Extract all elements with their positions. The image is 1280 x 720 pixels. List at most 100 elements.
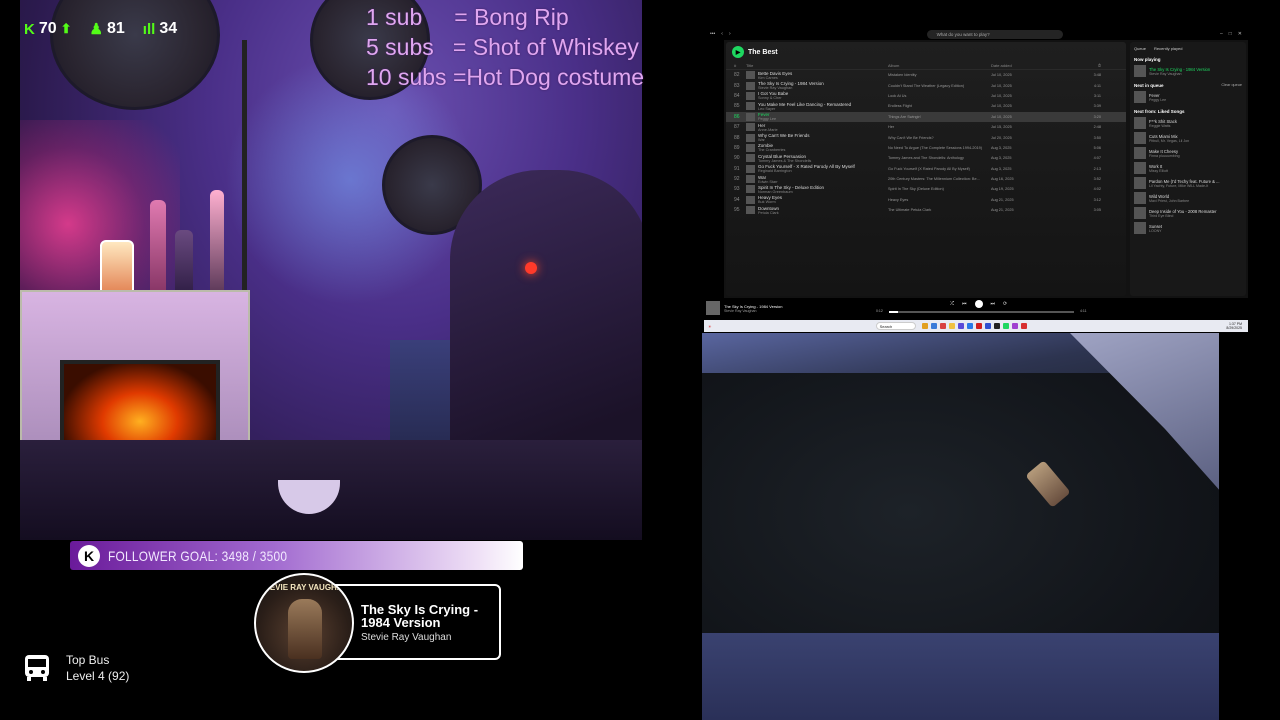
track-artist-name[interactable]: Norman Greenbaum [758,190,888,194]
track-row[interactable]: 94 Heavy Eyes Buk Worm Heavy Eyes Aug 21, 20… [726,195,1126,205]
track-row[interactable]: 88 Why Can't We Be Friends War Why Can't We… [726,132,1126,142]
app-icon[interactable] [1011,323,1018,329]
liked-item[interactable]: Deep Inside of You - 2008 Remaster Third … [1134,207,1242,219]
track-album[interactable]: Tommy James and The Shondells: Anthology [888,156,991,160]
player-artist[interactable]: Stevie Ray Vaughan [724,309,794,313]
clear-queue-button[interactable]: Clear queue [1221,83,1242,88]
liked-item[interactable]: Make It Cheesy Finna pluuuumbing [1134,147,1242,159]
track-artist-name[interactable]: War [758,138,888,142]
repeat-icon[interactable]: ⟳ [1003,301,1007,307]
liked-item[interactable]: Wild World Maxi Priest, John Barbee [1134,192,1242,204]
spotify-icon[interactable] [1002,323,1009,329]
bus-icon [25,655,49,681]
app-icon[interactable] [984,323,991,329]
track-album[interactable]: Things Are Swingin' [888,115,991,119]
track-row[interactable]: 89 Zombie The Cranberries No Need To Argue … [726,143,1126,153]
track-title-cell: Zombie The Cranberries [758,143,888,152]
playlist-play-button[interactable]: ▶ [732,46,744,58]
track-row[interactable]: 90 Crystal Blue Persuasion Tommy James & T… [726,153,1126,163]
track-duration: 2:13 [1093,166,1101,171]
next-icon[interactable]: ⏭ [991,301,996,307]
track-row[interactable]: 83 The Sky Is Crying - 1984 Version Stevie… [726,80,1126,90]
track-row[interactable]: 95 Downtown Petula Clark The Ultimate Petul… [726,205,1126,215]
track-album[interactable]: 20th Century Masters: The Millennium Col… [888,177,991,181]
app-icon[interactable] [975,323,982,329]
track-row[interactable]: 86 Fever Peggy Lee Things Are Swingin' Jul 1… [726,111,1126,122]
track-artist-name[interactable]: Petula Clark [758,211,888,215]
tab-queue[interactable]: Queue [1134,46,1146,51]
discord-icon[interactable] [957,323,964,329]
liked-item[interactable]: Pardon Me (I'd Techy feat. Future & ... L… [1134,177,1242,189]
maximize-icon[interactable]: □ [1229,31,1232,37]
track-artist-name[interactable]: Buk Worm [758,200,888,204]
liked-item[interactable]: Sunset LOONY [1134,222,1242,234]
back-icon[interactable]: ‹ [721,31,723,37]
track-album[interactable]: Her [888,125,991,129]
spotify-window: ••• ‹ › What do you want to play? – □ ✕ … [704,28,1248,318]
track-artist-name[interactable]: Reginald Barrington [758,169,888,173]
track-artist-name[interactable]: Stevie Ray Vaughan [758,86,888,90]
track-album[interactable]: Couldn't Stand The Weather (Legacy Editi… [888,84,991,88]
track-album[interactable]: Mistaken Identity [888,73,991,77]
liked-artist: Third Eye Blind [1149,213,1174,218]
track-album[interactable]: Go Fuck Yourself (X Rated Parody All By … [888,167,991,171]
shuffle-icon[interactable]: ⤮ [950,301,954,307]
track-row[interactable]: 87 Her Anne-Marie Her Jul 15, 2025 2:48 [726,122,1126,132]
chrome-icon[interactable] [939,323,946,329]
track-album[interactable]: No Need To Argue (The Complete Sessions … [888,146,991,150]
track-album[interactable]: The Ultimate Petula Clark [888,208,991,212]
track-row[interactable]: 82 Bette Davis Eyes Kim Carnes Mistaken Ide… [726,70,1126,80]
close-icon[interactable]: ✕ [1238,31,1242,37]
taskbar-search[interactable]: Search [875,322,916,330]
spotify-search-input[interactable]: What do you want to play? [926,29,1063,39]
app-icon[interactable] [966,323,973,329]
liked-item[interactable]: Cuts Miami Mix Pitbull, Mr. Vegas, Lil Jo… [1134,132,1242,144]
track-artist-name[interactable]: Peggy Lee [758,117,888,121]
album-art-text: STEVIE RAY VAUGHAN [259,583,349,592]
track-row[interactable]: 93 Spirit In The Sky - Deluxe Edition Norm… [726,184,1126,194]
obs-icon[interactable] [993,323,1000,329]
weather-icon[interactable]: ☀ [708,324,712,329]
track-thumb [746,71,755,80]
folder-icon[interactable] [948,323,955,329]
track-row[interactable]: 92 War Edwin Starr 20th Century Masters: Th… [726,174,1126,184]
fireplace [60,360,220,450]
top-bus-level: Level 4 (92) [66,669,130,683]
viewer-stat: ♟ 81 [90,20,125,38]
track-artist-name[interactable]: Edwin Starr [758,180,888,184]
taskbar-clock[interactable]: 1:37 PM 8/29/2025 [1226,322,1242,330]
app-icon[interactable] [1020,323,1027,329]
total-time: 4:11 [1080,309,1087,313]
track-album[interactable]: Endless Flight [888,104,991,108]
pause-button[interactable] [974,300,983,308]
track-date: Jul 20, 2025 [991,135,1012,140]
liked-item[interactable]: F**k Shit Stack Reggie Watts [1134,117,1242,129]
track-artist-name[interactable]: Sonny & Cher [758,96,888,100]
edge-icon[interactable] [930,323,937,329]
track-number: 94 [734,196,740,203]
track-duration: 3:48 [1093,73,1101,78]
track-album[interactable]: Why Can't We Be Friends? [888,136,991,140]
track-row[interactable]: 91 Go Fuck Yourself - X Rated Parody All … [726,164,1126,174]
track-album[interactable]: Look At Us [888,94,991,98]
track-artist-name[interactable]: The Cranberries [758,148,888,152]
track-artist-name[interactable]: Tommy James & The Shondells [758,159,888,163]
forward-icon[interactable]: › [729,31,731,37]
queue-next-item[interactable]: Fever Peggy Lee [1134,91,1242,103]
track-row[interactable]: 85 You Make Me Feel Like Dancing - Remast… [726,101,1126,111]
track-artist-name[interactable]: Kim Carnes [758,76,888,80]
liked-item[interactable]: Work It Missy Elliott [1134,162,1242,174]
track-row[interactable]: 84 I Got You Babe Sonny & Cher Look At Us Ju… [726,91,1126,101]
tab-recently-played[interactable]: Recently played [1154,46,1182,51]
track-album[interactable]: Spirit In The Sky (Deluxe Edition) [888,187,991,191]
previous-icon[interactable]: ⏮ [962,301,967,307]
track-album[interactable]: Heavy Eyes [888,198,991,202]
menu-dots-icon[interactable]: ••• [710,31,715,37]
track-artist-name[interactable]: Anne-Marie [758,128,888,132]
track-artist-name[interactable]: Leo Sayer [758,107,888,111]
files-icon[interactable] [921,323,928,329]
track-date: Jul 10, 2025 [991,104,1012,109]
queue-now-item[interactable]: The Sky Is Crying - 1984 Version Stevie R… [1134,65,1242,77]
minimize-icon[interactable]: – [1220,31,1223,37]
progress-bar[interactable] [889,311,1074,313]
